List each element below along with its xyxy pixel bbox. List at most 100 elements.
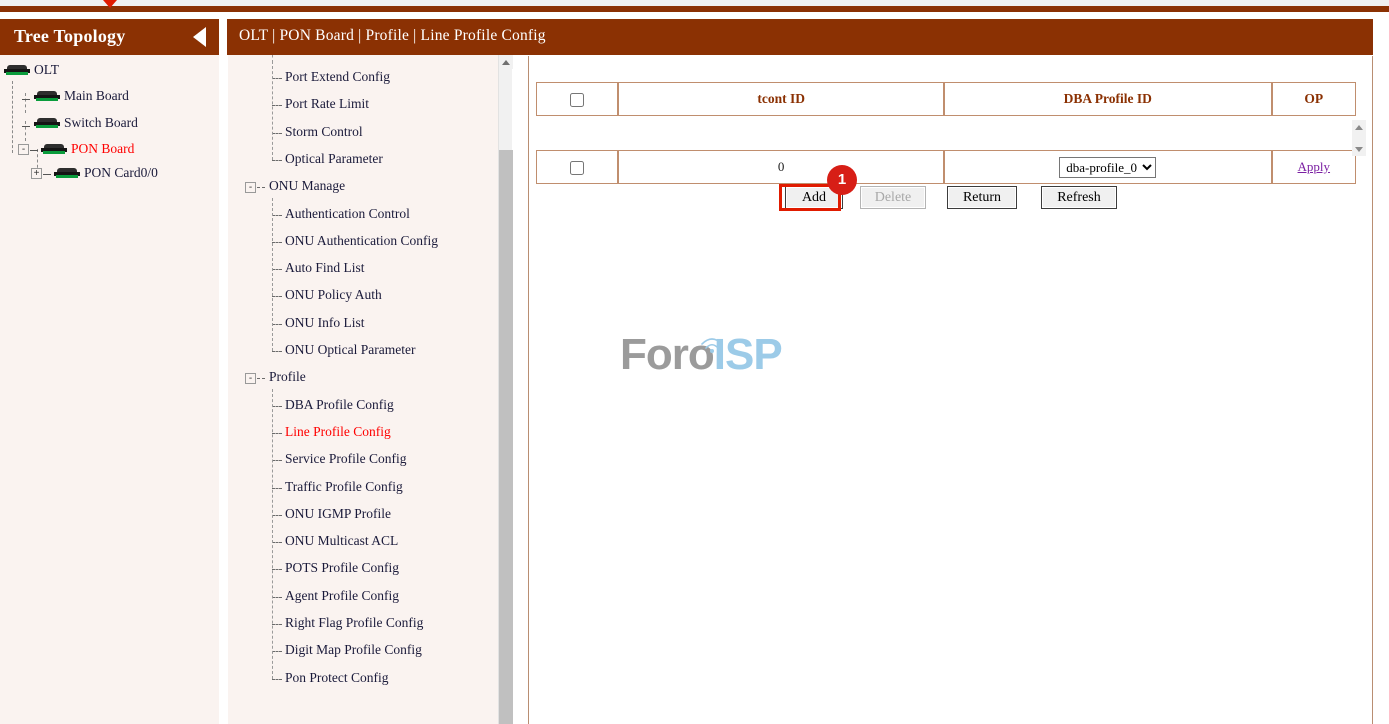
top-brown-bar [0,6,1389,12]
nav-expander-profile[interactable]: - [245,373,256,384]
nav-item-onu-optical-parameter[interactable]: ONU Optical Parameter [285,342,415,358]
nav-connector-tick [272,651,282,652]
nav-item-onu-info-list[interactable]: ONU Info List [285,315,365,331]
tree-node-pon-board[interactable]: PON Board [41,141,134,157]
nav-item-onu-policy-auth[interactable]: ONU Policy Auth [285,287,382,303]
nav-connector-line [272,61,273,160]
tree-expander-pon-card[interactable]: + [31,168,42,179]
refresh-button[interactable]: Refresh [1041,186,1117,209]
nav-item-pon-protect-config[interactable]: Pon Protect Config [285,670,389,686]
row-checkbox[interactable] [570,161,584,175]
nav-item-digit-map-profile-config[interactable]: Digit Map Profile Config [285,642,422,658]
nav-group-onu-manage[interactable]: ONU Manage [269,178,345,194]
table-header-tcont-id: tcont ID [618,82,944,116]
nav-connector-tick [272,679,282,680]
nav-item-onu-multicast-acl[interactable]: ONU Multicast ACL [285,533,398,549]
red-down-caret-icon [103,0,117,8]
table-header-select-all [536,82,618,116]
tree-node-label: PON Board [71,141,134,157]
nav-connector-tick [272,324,282,325]
annotation-step-badge: 1 [827,165,857,195]
scroll-down-arrow-icon[interactable] [1352,142,1366,156]
tree-topology-header: Tree Topology [0,19,219,55]
nav-connector-tick [272,105,282,106]
return-button[interactable]: Return [947,186,1017,209]
table-row-scrollbar[interactable] [1352,120,1366,156]
nav-connector-tick [272,433,282,434]
delete-button: Delete [860,186,926,209]
tree-connector-line [25,93,26,113]
nav-item-onu-authentication-config[interactable]: ONU Authentication Config [285,233,438,249]
nav-item-traffic-profile-config[interactable]: Traffic Profile Config [285,479,403,495]
tree-topology-body: OLT Main Board Switch Board - PON Board [0,55,219,724]
nav-group-profile[interactable]: Profile [269,369,306,385]
device-icon [34,118,60,129]
nav-item-optical-parameter[interactable]: Optical Parameter [285,151,383,167]
table-header-op: OP [1272,82,1356,116]
nav-connector-tick [272,133,282,134]
nav-connector-tick [272,488,282,489]
tcont-table: tcont ID DBA Profile ID OP 0 dba-profile… [536,82,1356,184]
nav-item-auto-find-list[interactable]: Auto Find List [285,260,365,276]
nav-connector-tick [272,515,282,516]
nav-item-right-flag-profile-config[interactable]: Right Flag Profile Config [285,615,423,631]
action-button-row: Add Delete Return Refresh [536,186,1356,210]
tree-node-switch-board[interactable]: Switch Board [34,115,138,131]
cell-tcont-id: 0 [618,150,944,184]
nav-item-agent-profile-config[interactable]: Agent Profile Config [285,588,399,604]
row-spacer [536,116,1356,150]
nav-connector-tick [272,597,282,598]
nav-scrollbar-thumb[interactable] [499,150,513,724]
tree-node-pon-card-0-0[interactable]: PON Card0/0 [54,165,158,181]
tree-node-label: Switch Board [64,115,138,131]
nav-connector-tick [272,296,282,297]
tree-node-olt[interactable]: OLT [4,62,59,78]
nav-connector-tick [272,351,282,352]
nav-connector-tick [272,215,282,216]
cell-dba-profile-id: dba-profile_0 [944,150,1272,184]
nav-connector-line [272,389,273,679]
tree-node-label: OLT [34,62,59,78]
nav-connector-tick [272,269,282,270]
dba-profile-select[interactable]: dba-profile_0 [1059,157,1156,178]
nav-item-port-rate-limit[interactable]: Port Rate Limit [285,96,369,112]
app-root: Tree Topology OLT Main Board [0,0,1389,724]
tree-connector-line [12,81,13,153]
tree-node-main-board[interactable]: Main Board [34,88,129,104]
device-icon [4,65,30,76]
nav-connector-line [272,55,273,63]
nav-item-authentication-control[interactable]: Authentication Control [285,206,410,222]
nav-item-port-extend-config[interactable]: Port Extend Config [285,69,390,85]
scroll-up-arrow-icon[interactable] [499,55,513,69]
nav-menu-list: Port Extend Config Port Rate Limit Storm C… [228,55,512,724]
device-icon [54,168,80,179]
select-all-checkbox[interactable] [570,93,584,107]
nav-connector-tick [272,624,282,625]
nav-item-onu-igmp-profile[interactable]: ONU IGMP Profile [285,506,391,522]
tree-expander-pon-board[interactable]: - [18,144,29,155]
nav-item-dba-profile-config[interactable]: DBA Profile Config [285,397,394,413]
scroll-up-arrow-icon[interactable] [1352,120,1366,134]
tree-tick [22,99,30,100]
nav-item-line-profile-config[interactable]: Line Profile Config [285,424,391,440]
content-header-bar: OLT | PON Board | Profile | Line Profile… [227,19,1373,55]
tree-tick [43,174,51,175]
tree-node-label: Main Board [64,88,129,104]
nav-item-storm-control[interactable]: Storm Control [285,124,363,140]
row-select-cell [536,150,618,184]
nav-expander-onu-manage[interactable]: - [245,182,256,193]
left-triangle-collapse-icon[interactable] [193,27,206,47]
breadcrumb: OLT | PON Board | Profile | Line Profile… [239,27,546,45]
nav-connector-tick [257,187,265,188]
nav-item-service-profile-config[interactable]: Service Profile Config [285,451,406,467]
nav-item-pots-profile-config[interactable]: POTS Profile Config [285,560,399,576]
device-icon [34,91,60,102]
device-icon [41,144,67,155]
cell-op: Apply [1272,150,1356,184]
nav-scrollbar[interactable] [498,55,512,724]
nav-connector-line [272,198,273,352]
row-spacer-cell [536,116,1356,150]
table-header-row: tcont ID DBA Profile ID OP [536,82,1356,116]
tree-topology-title: Tree Topology [14,26,125,47]
apply-link[interactable]: Apply [1298,159,1331,174]
